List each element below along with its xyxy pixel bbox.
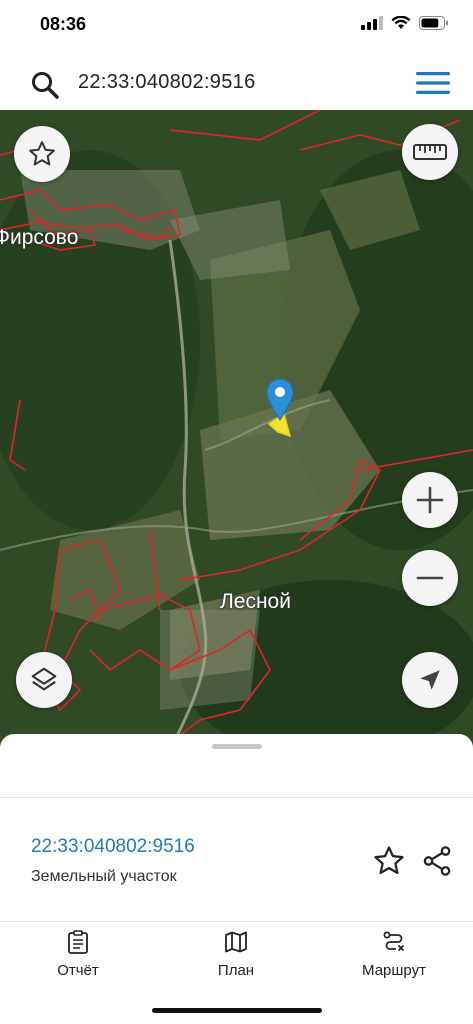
- sheet-divider-top: [0, 797, 473, 798]
- home-indicator[interactable]: [152, 1008, 322, 1013]
- signal-icon: [361, 16, 383, 30]
- favorite-star-icon[interactable]: [372, 844, 406, 878]
- route-icon: [383, 931, 404, 951]
- share-icon[interactable]: [420, 844, 454, 878]
- favorite-map-button[interactable]: [14, 126, 70, 182]
- tab-route[interactable]: Маршрут: [334, 930, 454, 979]
- status-time: 08:36: [40, 14, 87, 34]
- ruler-icon: [413, 144, 447, 160]
- map-plan-icon: [225, 931, 247, 953]
- place-label-firsovo: Фирсово: [0, 226, 79, 249]
- parcel-type: Земельный участок: [31, 868, 177, 885]
- search-input[interactable]: 22:33:040802:9516: [78, 71, 256, 94]
- plus-icon: [416, 486, 444, 514]
- ruler-button[interactable]: [402, 124, 458, 180]
- search-icon[interactable]: [30, 70, 60, 100]
- sheet-drag-handle[interactable]: [212, 744, 262, 749]
- locate-arrow-icon: [420, 670, 440, 690]
- parcel-bottom-sheet[interactable]: 22:33:040802:9516 Земельный участок Отчё…: [0, 734, 473, 1024]
- wifi-icon: [391, 16, 411, 29]
- place-label-lesnoy: Лесной: [220, 590, 291, 613]
- location-pin-icon[interactable]: [266, 378, 294, 422]
- layers-button[interactable]: [16, 652, 72, 708]
- tab-report[interactable]: Отчёт: [18, 930, 138, 979]
- report-icon: [68, 930, 88, 954]
- my-location-button[interactable]: [402, 652, 458, 708]
- zoom-out-button[interactable]: [402, 550, 458, 606]
- minus-icon: [416, 576, 444, 580]
- layers-icon: [31, 667, 57, 691]
- search-bar[interactable]: 22:33:040802:9516: [8, 58, 464, 108]
- parcel-number[interactable]: 22:33:040802:9516: [31, 836, 195, 858]
- tab-plan[interactable]: План: [176, 930, 296, 979]
- tab-report-label: Отчёт: [57, 962, 99, 979]
- hamburger-menu-icon[interactable]: [416, 70, 450, 96]
- status-bar: 08:36: [0, 0, 473, 52]
- satellite-map[interactable]: Фирсово Лесной: [0, 110, 473, 750]
- tab-route-label: Маршрут: [362, 962, 426, 979]
- status-icons: [361, 16, 449, 30]
- star-icon: [29, 141, 55, 166]
- sheet-divider-bottom: [0, 921, 473, 922]
- zoom-in-button[interactable]: [402, 472, 458, 528]
- battery-icon: [419, 16, 448, 30]
- tab-plan-label: План: [217, 962, 255, 979]
